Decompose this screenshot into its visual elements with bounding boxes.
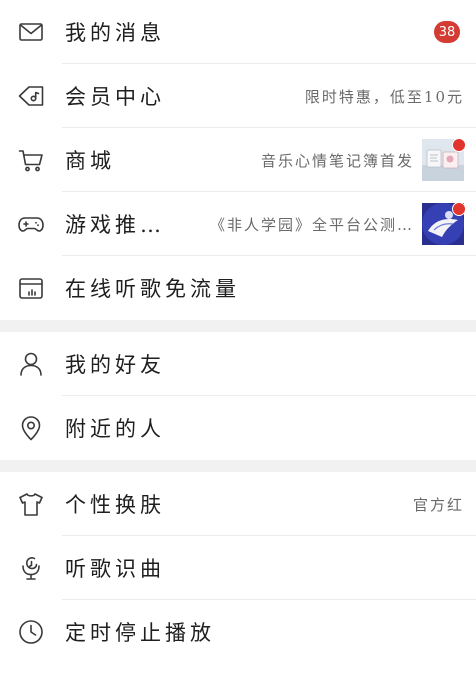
person-icon <box>17 350 45 378</box>
mall-promo-text: 音乐心情笔记簿首发 <box>260 151 414 170</box>
current-skin-text: 官方红 <box>412 495 464 514</box>
menu-item-nearby[interactable]: 附近的人 <box>0 396 476 460</box>
menu-item-label: 听歌识曲 <box>65 557 165 581</box>
menu-item-mall[interactable]: 商城 音乐心情笔记簿首发 <box>0 128 476 192</box>
envelope-icon <box>17 18 45 46</box>
menu-item-label: 我的消息 <box>65 21 165 45</box>
menu-group-tools: 个性换肤 官方红 听歌识曲 定时停止播放 <box>0 472 476 664</box>
clock-icon <box>17 618 45 646</box>
menu-item-sleep-timer[interactable]: 定时停止播放 <box>0 600 476 664</box>
menu-item-friends[interactable]: 我的好友 <box>0 332 476 396</box>
section-gap <box>0 460 476 472</box>
vip-promo-text: 限时特惠，低至10元 <box>304 87 464 106</box>
vip-tag-icon <box>17 82 45 110</box>
menu-group-account: 我的消息 38 会员中心 限时特惠，低至10元 商城 音乐心情笔记簿首发 游戏推… <box>0 0 476 320</box>
games-promo-text: 《非人学园》全平台公测… <box>209 215 414 234</box>
menu-item-label: 附近的人 <box>65 417 165 441</box>
menu-item-recognize[interactable]: 听歌识曲 <box>0 536 476 600</box>
menu-item-label: 个性换肤 <box>65 493 165 517</box>
menu-item-label: 会员中心 <box>65 85 165 109</box>
menu-item-skin[interactable]: 个性换肤 官方红 <box>0 472 476 536</box>
tshirt-icon <box>17 490 45 518</box>
promo-thumbnail <box>422 138 466 181</box>
location-pin-icon <box>17 414 45 442</box>
microphone-icon <box>17 554 45 582</box>
sim-card-icon <box>17 274 45 302</box>
unread-count-badge: 38 <box>434 21 460 43</box>
menu-item-label: 定时停止播放 <box>65 621 215 645</box>
section-gap <box>0 320 476 332</box>
gamepad-icon <box>17 210 45 238</box>
menu-item-vip[interactable]: 会员中心 限时特惠，低至10元 <box>0 64 476 128</box>
menu-item-games[interactable]: 游戏推… 《非人学园》全平台公测… <box>0 192 476 256</box>
new-indicator-dot <box>452 202 466 216</box>
new-indicator-dot <box>452 138 466 152</box>
shopping-cart-icon <box>17 146 45 174</box>
game-thumbnail <box>422 202 466 245</box>
menu-item-label: 我的好友 <box>65 353 165 377</box>
menu-item-messages[interactable]: 我的消息 38 <box>0 0 476 64</box>
menu-item-free-data[interactable]: 在线听歌免流量 <box>0 256 476 320</box>
menu-item-label: 商城 <box>65 149 115 173</box>
menu-item-label: 游戏推… <box>65 213 165 237</box>
menu-item-label: 在线听歌免流量 <box>65 277 240 301</box>
menu-group-social: 我的好友 附近的人 <box>0 332 476 460</box>
